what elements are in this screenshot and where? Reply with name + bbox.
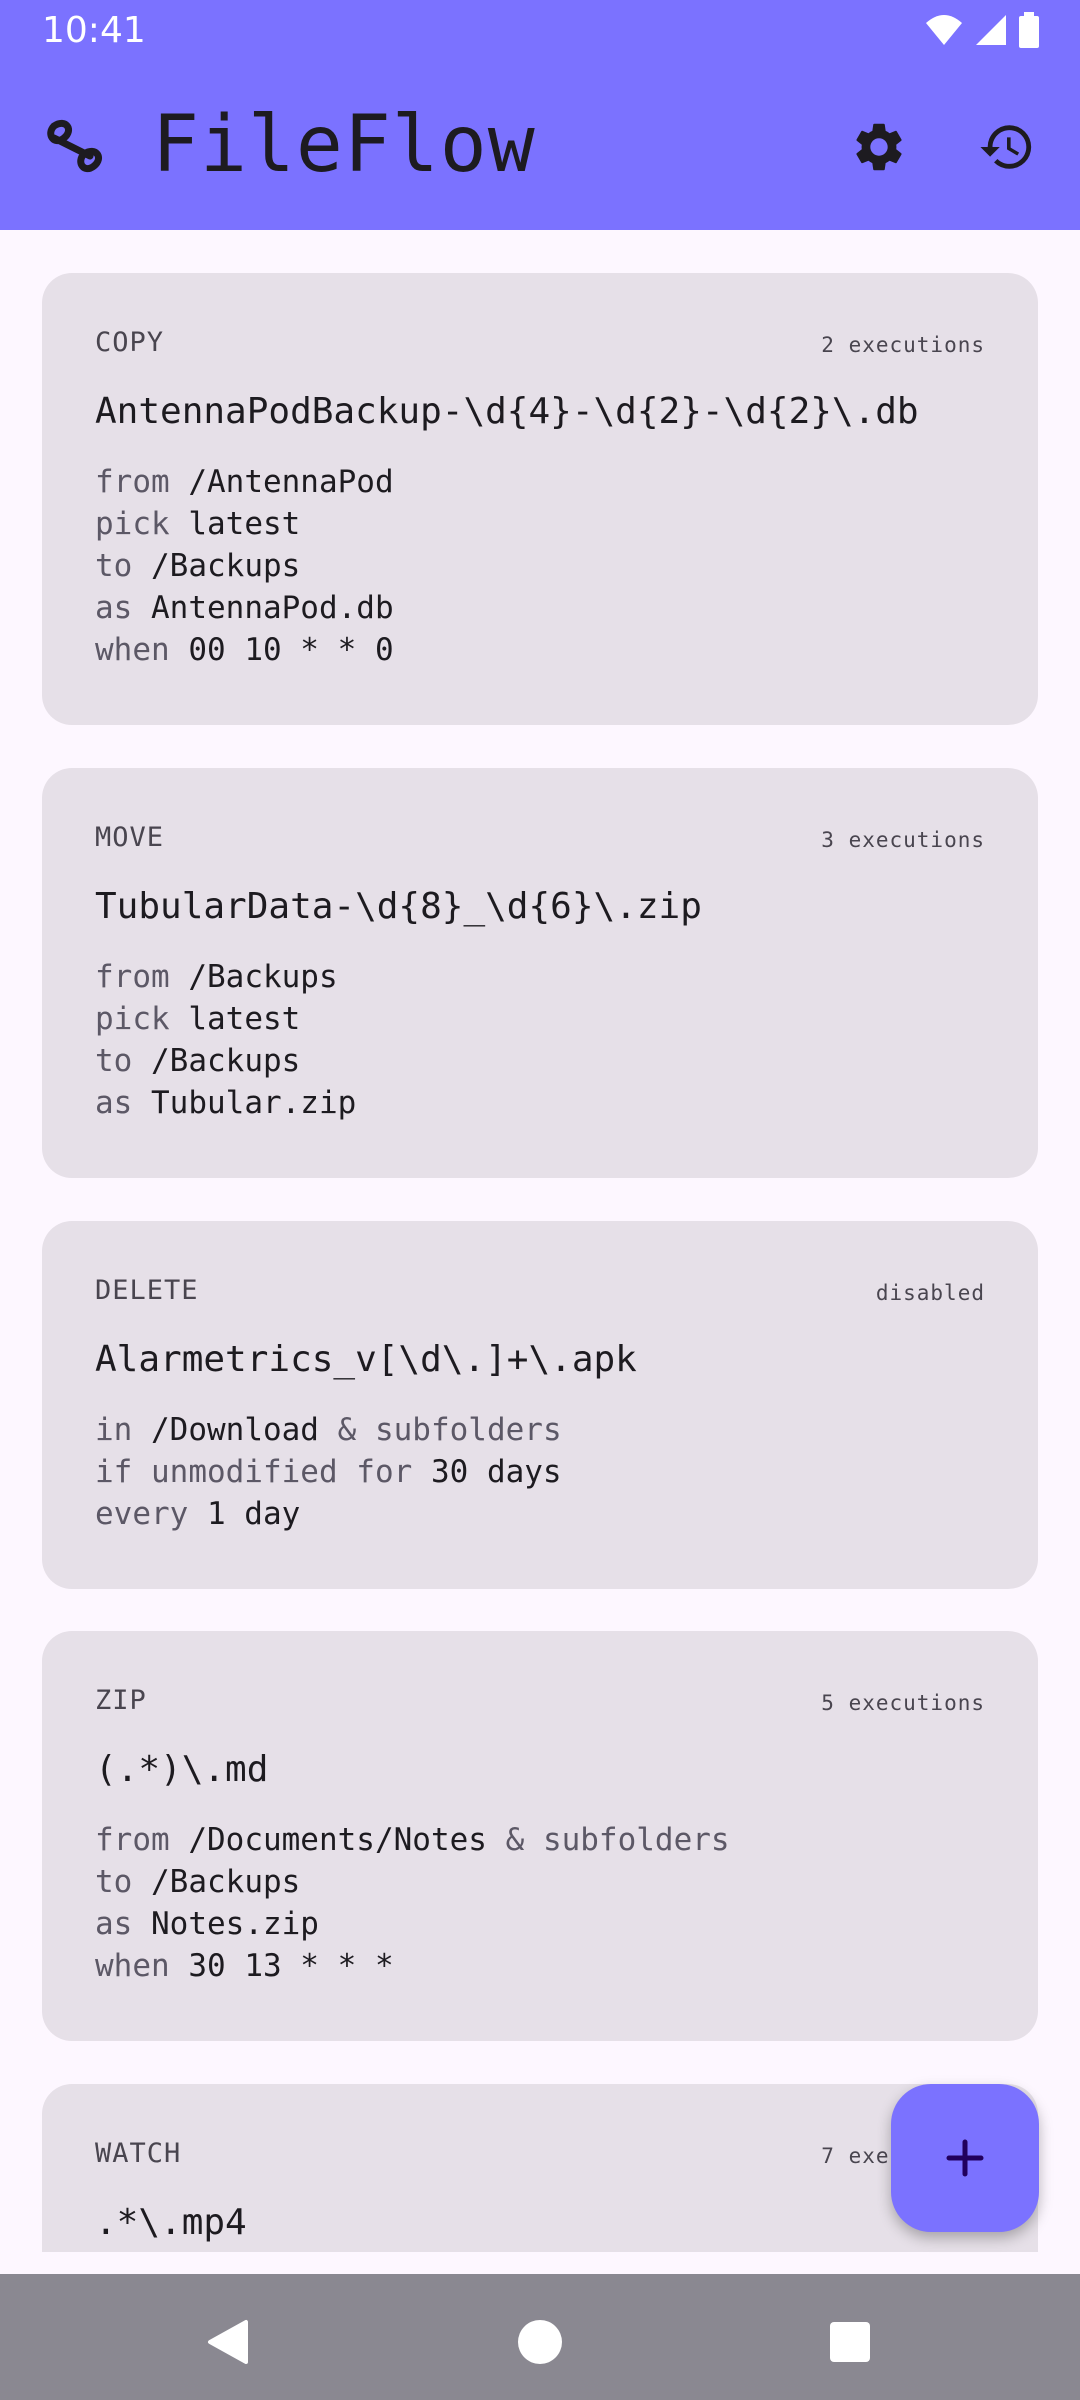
rule-line: when 30 13 * * *: [95, 1945, 730, 1987]
rule-value: /Documents/Notes: [188, 1822, 487, 1858]
rule-keyword: to: [95, 548, 151, 584]
rule-status: disabled: [875, 1281, 985, 1305]
settings-button[interactable]: [846, 114, 912, 180]
back-icon: [208, 2320, 248, 2364]
recents-button[interactable]: [820, 2312, 880, 2372]
rule-card[interactable]: WATCH 7 executions .*\.mp4: [42, 2084, 1038, 2252]
rule-details: from /Documents/Notes & subfolders to /B…: [95, 1819, 730, 1987]
rule-details: in /Download & subfolders if unmodified …: [95, 1409, 562, 1535]
rule-value: AntennaPod.db: [151, 590, 394, 626]
fileflow-logo-icon: [47, 119, 102, 173]
rule-line: from /Documents/Notes & subfolders: [95, 1819, 730, 1861]
rule-line: pick latest: [95, 998, 356, 1040]
rule-type: WATCH: [95, 2138, 182, 2169]
rule-keyword: pick: [95, 1001, 189, 1037]
rule-keyword: when: [95, 1948, 189, 1984]
rule-card[interactable]: COPY 2 executions AntennaPodBackup-\d{4}…: [42, 273, 1038, 725]
rule-card[interactable]: MOVE 3 executions TubularData-\d{8}_\d{6…: [42, 768, 1038, 1178]
app-bar: 10:41 FileFlow: [0, 0, 1080, 230]
rule-line: in /Download & subfolders: [95, 1409, 562, 1451]
rule-pattern: .*\.mp4: [95, 2202, 247, 2243]
rule-type: COPY: [95, 327, 165, 358]
rule-value: Notes.zip: [151, 1906, 319, 1942]
app-title: FileFlow: [152, 100, 536, 190]
rule-line: to /Backups: [95, 1861, 730, 1903]
rule-keyword: as: [95, 1906, 151, 1942]
rule-keyword: if unmodified for: [95, 1454, 431, 1490]
wifi-icon: [926, 15, 962, 45]
rule-value: latest: [188, 1001, 301, 1037]
navigation-bar: [0, 2274, 1080, 2400]
rule-status: 5 executions: [821, 1691, 985, 1715]
back-button[interactable]: [198, 2312, 258, 2372]
rule-keyword: as: [95, 590, 151, 626]
home-button[interactable]: [510, 2312, 570, 2372]
rule-value: 1 day: [206, 1496, 301, 1532]
status-bar: 10:41: [0, 0, 1080, 62]
status-time: 10:41: [42, 10, 146, 51]
rule-type: DELETE: [95, 1275, 199, 1306]
rule-line: to /Backups: [95, 545, 394, 587]
plus-icon: [946, 2139, 984, 2177]
rule-pattern: (.*)\.md: [95, 1749, 269, 1790]
rule-keyword: from: [95, 464, 189, 500]
rule-keyword: & subfolders: [486, 1822, 730, 1858]
rule-value: /Backups: [151, 1043, 301, 1079]
rule-pattern: AntennaPodBackup-\d{4}-\d{2}-\d{2}\.db: [95, 391, 919, 432]
rule-keyword: when: [95, 632, 189, 668]
rule-status: 2 executions: [821, 333, 985, 357]
rule-card[interactable]: DELETE disabled Alarmetrics_v[\d\.]+\.ap…: [42, 1221, 1038, 1589]
gear-icon: [856, 123, 902, 171]
rule-line: when 00 10 * * 0: [95, 629, 394, 671]
rule-status: 3 executions: [821, 828, 985, 852]
rule-pattern: Alarmetrics_v[\d\.]+\.apk: [95, 1339, 637, 1380]
rule-details: from /Backups pick latest to /Backups as…: [95, 956, 356, 1124]
recents-icon: [830, 2322, 870, 2362]
history-button[interactable]: [974, 114, 1040, 180]
rule-line: to /Backups: [95, 1040, 356, 1082]
rule-keyword: from: [95, 959, 189, 995]
rule-keyword: as: [95, 1085, 151, 1121]
rule-keyword: & subfolders: [318, 1412, 562, 1448]
rule-line: from /AntennaPod: [95, 461, 394, 503]
status-icons: [924, 12, 1040, 48]
history-icon: [980, 125, 1032, 169]
rule-line: if unmodified for 30 days: [95, 1451, 562, 1493]
rule-line: from /Backups: [95, 956, 356, 998]
rules-list[interactable]: COPY 2 executions AntennaPodBackup-\d{4}…: [0, 230, 1080, 2252]
rule-details: from /AntennaPod pick latest to /Backups…: [95, 461, 394, 671]
rule-line: as Tubular.zip: [95, 1082, 356, 1124]
rule-line: as AntennaPod.db: [95, 587, 394, 629]
rule-keyword: from: [95, 1822, 189, 1858]
rule-keyword: every: [95, 1496, 207, 1532]
rule-value: latest: [188, 506, 301, 542]
rule-keyword: to: [95, 1043, 151, 1079]
rule-card[interactable]: ZIP 5 executions (.*)\.md from /Document…: [42, 1631, 1038, 2041]
rule-value: 30 days: [430, 1454, 562, 1490]
rule-type: ZIP: [95, 1685, 147, 1716]
rule-value: /Backups: [151, 1864, 301, 1900]
home-icon: [518, 2320, 562, 2364]
rule-value: 00 10 * * 0: [188, 632, 394, 668]
toolbar: FileFlow: [0, 62, 1080, 230]
rule-value: /AntennaPod: [188, 464, 394, 500]
rule-line: as Notes.zip: [95, 1903, 730, 1945]
rule-value: 30 13 * * *: [188, 1948, 394, 1984]
rule-pattern: TubularData-\d{8}_\d{6}\.zip: [95, 886, 702, 927]
rule-value: /Download: [151, 1412, 319, 1448]
rule-keyword: to: [95, 1864, 151, 1900]
rule-value: /Backups: [151, 548, 301, 584]
rule-value: Tubular.zip: [151, 1085, 357, 1121]
rule-value: /Backups: [188, 959, 338, 995]
cellular-signal-icon: [976, 15, 1006, 45]
rule-line: pick latest: [95, 503, 394, 545]
battery-icon: [1019, 12, 1039, 48]
rule-line: every 1 day: [95, 1493, 562, 1535]
rule-type: MOVE: [95, 822, 165, 853]
rule-keyword: pick: [95, 506, 189, 542]
rule-keyword: in: [95, 1412, 151, 1448]
add-rule-button[interactable]: [891, 2084, 1039, 2232]
